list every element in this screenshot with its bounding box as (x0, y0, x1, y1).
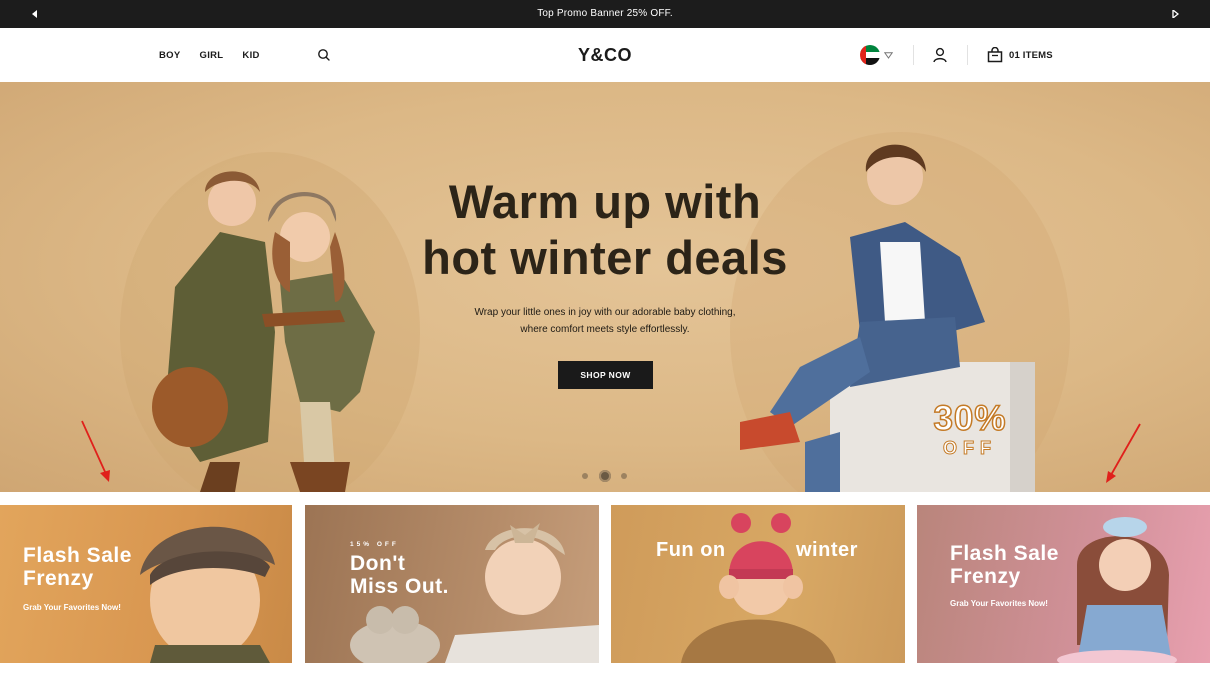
promo-card-dont-miss-out[interactable]: 15% OFF Don't Miss Out. (305, 505, 599, 663)
header-divider (913, 45, 914, 65)
site-logo[interactable]: Y&CO (555, 28, 655, 82)
nav-girl[interactable]: GIRL (200, 50, 224, 61)
card2-title-line1: Don't (350, 552, 406, 575)
cart-button[interactable]: 01 ITEMS (987, 45, 1053, 65)
promo-card-flash-sale-2[interactable]: Flash Sale Frenzy Grab Your Favorites No… (917, 505, 1210, 663)
hero-banner: Warm up with hot winter deals Wrap your … (0, 82, 1210, 492)
card3-title-left: Fun on (656, 539, 726, 561)
carousel-dot-1[interactable] (582, 473, 588, 479)
discount-badge-value: 30% (933, 399, 1007, 439)
card2-title-line2: Miss Out. (350, 575, 450, 598)
card4-subtitle: Grab Your Favorites Now! (950, 599, 1048, 608)
promo-next-button[interactable] (1161, 0, 1189, 28)
chevron-right-icon (1172, 10, 1179, 18)
annotation-arrow-left (81, 420, 110, 482)
country-selector[interactable] (858, 44, 896, 66)
promo-bar: Top Promo Banner 25% OFF. (0, 0, 1210, 28)
promo-card-flash-sale[interactable]: Flash Sale Frenzy Grab Your Favorites No… (0, 505, 292, 663)
card1-title-line2: Frenzy (23, 567, 94, 590)
hero-subtitle-line2: where comfort meets style effortlessly. (520, 324, 690, 335)
hero-title-line1: Warm up with (448, 175, 762, 228)
promo-card-fun-on-winter[interactable]: Fun on winter (611, 505, 905, 663)
search-button[interactable] (316, 47, 332, 63)
cart-count: 01 ITEMS (1009, 49, 1053, 61)
nav-kid[interactable]: KID (242, 50, 259, 61)
carousel-dot-2-active[interactable] (599, 470, 611, 482)
user-icon (933, 47, 947, 63)
site-header: BOY GIRL KID Y&CO 01 ITEMS (0, 28, 1210, 82)
hero-title: Warm up with hot winter deals (380, 174, 830, 286)
carousel-dots (578, 469, 634, 483)
annotation-arrow-right (1106, 423, 1141, 483)
hero-subtitle-line1: Wrap your little ones in joy with our ad… (474, 307, 736, 318)
nav-boy[interactable]: BOY (159, 50, 181, 61)
discount-badge: 30% OFF (910, 399, 1030, 459)
card2-title: Don't Miss Out. (350, 552, 449, 598)
card3-title-right: winter (796, 539, 858, 561)
card1-subtitle: Grab Your Favorites Now! (23, 603, 121, 612)
carousel-dot-3[interactable] (621, 473, 627, 479)
shopping-bag-icon (987, 47, 1003, 63)
main-nav: BOY GIRL KID (159, 28, 279, 82)
card4-title-line1: Flash Sale (950, 542, 1059, 565)
caret-down-icon (884, 52, 893, 59)
uae-flag-icon (860, 45, 880, 65)
account-button[interactable] (931, 46, 949, 64)
header-divider (967, 45, 968, 65)
shop-now-button[interactable]: SHOP NOW (558, 361, 653, 389)
promo-text: Top Promo Banner 25% OFF. (537, 8, 673, 19)
hero-title-line2: hot winter deals (422, 231, 788, 284)
card2-kicker: 15% OFF (350, 541, 399, 548)
discount-badge-label: OFF (943, 438, 997, 459)
card4-title: Flash Sale Frenzy (950, 542, 1059, 588)
hero-subtitle: Wrap your little ones in joy with our ad… (440, 304, 770, 338)
search-icon (318, 49, 330, 61)
card-kid-hat-illustration (681, 513, 836, 663)
card4-title-line2: Frenzy (950, 565, 1021, 588)
card1-title-line1: Flash Sale (23, 544, 132, 567)
card1-title: Flash Sale Frenzy (23, 544, 132, 590)
